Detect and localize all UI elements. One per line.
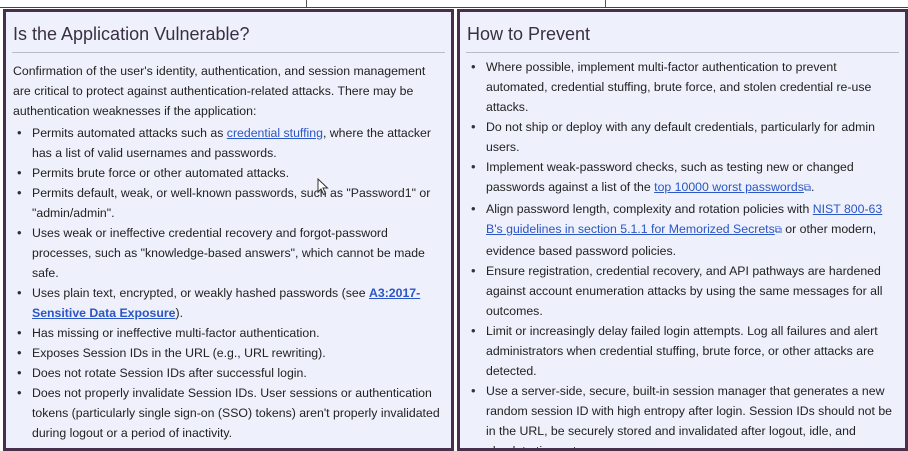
external-link-icon: ⧉ [803,183,811,194]
mouse-pointer-icon [317,178,329,196]
prevent-panel: How to Prevent Where possible, implement… [457,9,908,451]
list-item: Permits brute force or other automated a… [6,163,451,183]
list-item: Does not properly invalidate Session IDs… [6,383,451,443]
list-item: Permits automated attacks such as creden… [6,123,451,163]
worst-passwords-link[interactable]: top 10000 worst passwords [654,180,804,194]
list-item: Ensure registration, credential recovery… [460,261,905,321]
list-item: Uses weak or ineffective credential reco… [6,223,451,283]
title-divider [466,52,899,53]
list-item: Where possible, implement multi-factor a… [460,57,905,117]
list-item: Limit or increasingly delay failed login… [460,321,905,381]
list-item: Has missing or ineffective multi-factor … [6,323,451,343]
panel-title: Is the Application Vulnerable? [13,24,250,44]
list-item: Permits default, weak, or well-known pas… [6,183,451,223]
list-item: Uses plain text, encrypted, or weakly ha… [6,283,451,323]
list-item: Use a server-side, secure, built-in sess… [460,381,905,448]
prevention-list: Where possible, implement multi-factor a… [460,57,905,448]
list-item: Implement weak-password checks, such as … [460,157,905,199]
table-divider [605,0,606,7]
list-item: Do not ship or deploy with any default c… [460,117,905,157]
list-item: Align password length, complexity and ro… [460,199,905,261]
list-item: Exposes Session IDs in the URL (e.g., UR… [6,343,451,363]
table-top-edge [0,0,908,8]
intro-paragraph: Confirmation of the user's identity, aut… [13,64,426,118]
panel-title: How to Prevent [467,24,591,44]
credential-stuffing-link[interactable]: credential stuffing [227,126,323,140]
list-item: Does not rotate Session IDs after succes… [6,363,451,383]
vulnerable-panel: Is the Application Vulnerable? Confirmat… [3,9,454,451]
vulnerability-list: Permits automated attacks such as creden… [6,123,451,443]
external-link-icon: ⧉ [774,225,782,236]
table-divider [306,0,307,7]
title-divider [12,52,445,53]
